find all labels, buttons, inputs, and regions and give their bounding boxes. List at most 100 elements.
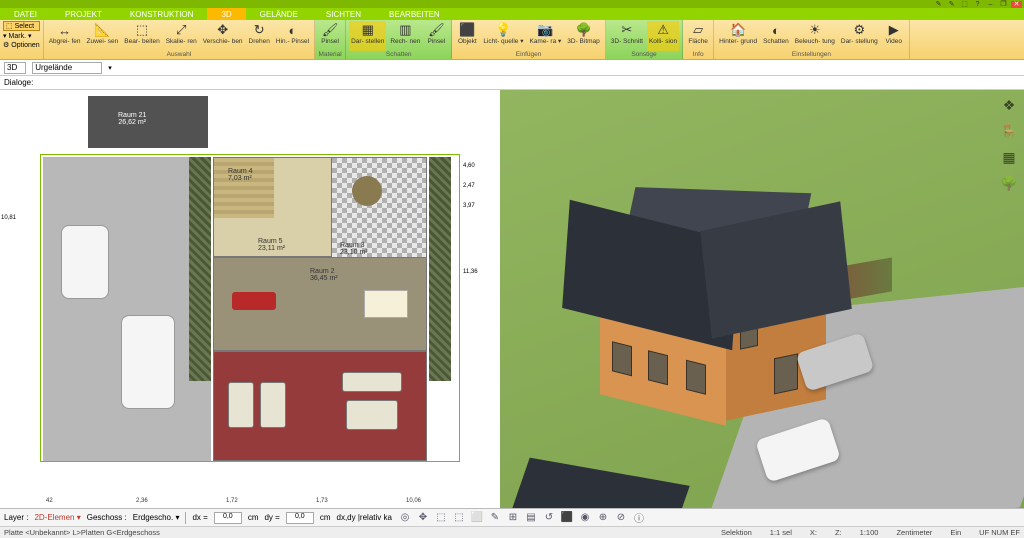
toolbar-icon[interactable]: ⬚ (452, 511, 466, 525)
mode-select[interactable]: 3D (4, 62, 26, 74)
toolbar-icon[interactable]: ⊞ (506, 511, 520, 525)
table-icon (364, 290, 408, 318)
ribbon-pinsel-button[interactable]: 🖌Pinsel (424, 21, 448, 51)
ribbon-hintergrund-button[interactable]: 🏠Hinter- grund (717, 21, 759, 51)
ribbon-hinpinsel-button[interactable]: ◐Hin.- Pinsel (274, 21, 311, 51)
tree-icon[interactable]: 🌳 (1000, 174, 1018, 192)
coord-mode[interactable]: dx,dy |relativ ka (337, 513, 392, 522)
ribbon-zuweisen-button[interactable]: 📐Zuwei- sen (85, 21, 121, 51)
view-2d[interactable]: Raum 2126,62 m² Raum 47,03 m² Raum 523,1… (0, 90, 500, 508)
ribbon-kollision-button[interactable]: ⚠Kolli- sion (647, 21, 679, 51)
ribbon-icon: ▦ (360, 22, 376, 38)
layer-select[interactable]: 2D-Elemen ▾ (34, 513, 80, 522)
menu-tabs: DATEI PROJEKT KONSTRUKTION 3D GELÄNDE SI… (0, 8, 1024, 20)
ribbon-dbitmap-button[interactable]: 🌳3D- Bitmap (565, 21, 602, 51)
toolbar-icon[interactable]: ⊘ (614, 511, 628, 525)
ribbon-icon: ⬛ (459, 22, 475, 38)
ribbon-beleuchtung-button[interactable]: ☀Beleuch- tung (793, 21, 837, 51)
hedge-icon (429, 157, 451, 381)
tab-datei[interactable]: DATEI (0, 8, 51, 20)
ribbon-objekt-button[interactable]: ⬛Objekt (455, 21, 479, 51)
ribbon-icon: ✂ (619, 22, 635, 38)
selector-bar: 3D Urgelände ▾ (0, 60, 1024, 76)
toolbar-icon[interactable]: ⬚ (434, 511, 448, 525)
dx-input[interactable]: 0,0 (214, 512, 242, 524)
tab-bearbeiten[interactable]: BEARBEITEN (375, 8, 454, 20)
ribbon: ⬚ Select ▾ Mark. ▾ ⚙ Optionen ↔Abgrei- f… (0, 20, 1024, 60)
toolbar-icon[interactable]: ◉ (578, 511, 592, 525)
grid-icon[interactable]: ▦ (1000, 148, 1018, 166)
ribbon-icon: 🌳 (576, 22, 592, 38)
dx-label: dx = (192, 513, 207, 522)
furniture-icon[interactable]: 🪑 (1000, 122, 1018, 140)
tab-konstruktion[interactable]: KONSTRUKTION (116, 8, 208, 20)
car-icon (121, 315, 175, 409)
ribbon-darstellung-button[interactable]: ⚙Dar- stellung (839, 21, 880, 51)
tool-icon[interactable]: ⬚ (959, 1, 970, 8)
toolbar-icon[interactable]: ✎ (488, 511, 502, 525)
ribbon-icon: ↔ (57, 22, 73, 38)
select-button[interactable]: ⬚ Select (3, 21, 40, 31)
ribbon-drehen-button[interactable]: ↻Drehen (247, 21, 272, 51)
ribbon-icon: 🖌 (322, 22, 338, 38)
mark-button[interactable]: ▾ Mark. ▾ (3, 32, 40, 40)
tab-projekt[interactable]: PROJEKT (51, 8, 116, 20)
ribbon-bearbeiten-button[interactable]: ⬚Bear- beiten (122, 21, 161, 51)
geschoss-select[interactable]: Erdgescho. ▾ (133, 513, 180, 522)
ribbon-abgreifen-button[interactable]: ↔Abgrei- fen (47, 21, 83, 51)
tab-3d[interactable]: 3D (207, 8, 245, 20)
ribbon-flche-button[interactable]: ▱Fläche (686, 21, 710, 51)
chair-icon (260, 382, 286, 428)
dy-label: dy = (264, 513, 279, 522)
tool-icon[interactable]: ✎ (933, 1, 944, 8)
close-icon[interactable]: ✕ (1011, 1, 1022, 8)
driveway[interactable] (43, 157, 211, 461)
toolbar-icon[interactable]: ↺ (542, 511, 556, 525)
help-icon[interactable]: ? (972, 1, 983, 8)
ribbon-icon: ⤢ (173, 22, 189, 38)
dy-input[interactable]: 0,0 (286, 512, 314, 524)
table-icon (352, 176, 382, 206)
toolbar-icon[interactable]: ▤ (524, 511, 538, 525)
ribbon-verschieben-button[interactable]: ✥Verschie- ben (201, 21, 245, 51)
tab-gelaende[interactable]: GELÄNDE (246, 8, 312, 20)
ribbon-pinsel-button[interactable]: 🖌Pinsel (318, 21, 342, 51)
house-plan[interactable]: Raum 47,03 m² Raum 523,11 m² Raum 323,10… (213, 157, 427, 461)
toolbar-icon[interactable]: ⬜ (470, 511, 484, 525)
maximize-icon[interactable]: ❐ (998, 1, 1009, 8)
toolbar-icon[interactable]: ⓘ (632, 511, 646, 525)
ribbon-rechnen-button[interactable]: ▥Rech- nen (388, 21, 422, 51)
view-3d[interactable]: ❖ 🪑 ▦ 🌳 (500, 90, 1024, 508)
ribbon-icon: ⚠ (655, 22, 671, 38)
ribbon-schatten-button[interactable]: ◐Schatten (761, 21, 791, 51)
toolbar-icon[interactable]: ⬛ (560, 511, 574, 525)
ribbon-kamera-button[interactable]: 📷Kame- ra ▾ (527, 21, 563, 51)
dialoge-label: Dialoge: (0, 76, 1024, 90)
layers-icon[interactable]: ❖ (1000, 96, 1018, 114)
status-path: Platte <Unbekannt> L>Platten G<Erdgescho… (4, 528, 160, 537)
option-select[interactable]: Urgelände (32, 62, 102, 74)
tab-sichten[interactable]: SICHTEN (312, 8, 375, 20)
status-bar: Platte <Unbekannt> L>Platten G<Erdgescho… (0, 526, 1024, 538)
title-bar: ✎ ✎ ⬚ ? – ❐ ✕ (0, 0, 1024, 8)
toolbar-icon[interactable]: ◎ (398, 511, 412, 525)
ribbon-icon: ↻ (251, 22, 267, 38)
minimize-icon[interactable]: – (985, 1, 996, 8)
ribbon-icon: 💡 (495, 22, 511, 38)
bottom-bar: Layer : 2D-Elemen ▾ Geschoss : Erdgescho… (0, 508, 1024, 526)
garage-block[interactable]: Raum 2126,62 m² (88, 96, 208, 148)
optionen-button[interactable]: ⚙ Optionen (3, 41, 40, 49)
ribbon-skalieren-button[interactable]: ⤢Skalie- ren (164, 21, 199, 51)
toolbar-icon[interactable]: ✥ (416, 511, 430, 525)
ribbon-icon: 🏠 (730, 22, 746, 38)
ribbon-video-button[interactable]: ▶Video (882, 21, 906, 51)
ribbon-icon: ⚙ (851, 22, 867, 38)
ribbon-dschnitt-button[interactable]: ✂3D- Schnitt (609, 21, 645, 51)
ribbon-icon: 🖌 (428, 22, 444, 38)
ribbon-lichtquelle-button[interactable]: 💡Licht- quelle ▾ (481, 21, 525, 51)
ribbon-darstellen-button[interactable]: ▦Dar- stellen (349, 21, 386, 51)
house-3d (560, 150, 840, 410)
tool-icon[interactable]: ✎ (946, 1, 957, 8)
hedge-icon (189, 157, 211, 381)
toolbar-icon[interactable]: ⊕ (596, 511, 610, 525)
